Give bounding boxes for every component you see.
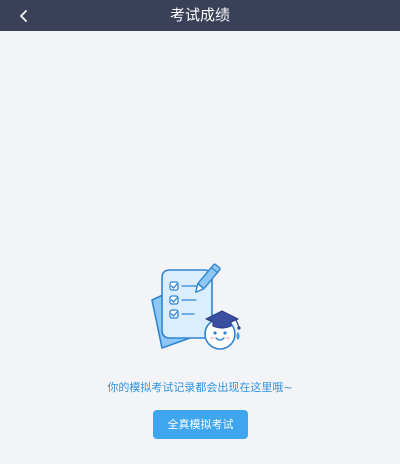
top-nav-bar: 考试成绩	[0, 0, 400, 31]
page-title: 考试成绩	[169, 6, 230, 24]
empty-state-illustration	[140, 260, 250, 360]
empty-state-message: 你的模拟考试记录都会出现在这里哦~	[107, 381, 293, 394]
main-content	[0, 31, 400, 464]
start-mock-exam-button[interactable]: 全真模拟考试	[153, 410, 248, 439]
exam-record-illustration-icon	[151, 263, 241, 350]
